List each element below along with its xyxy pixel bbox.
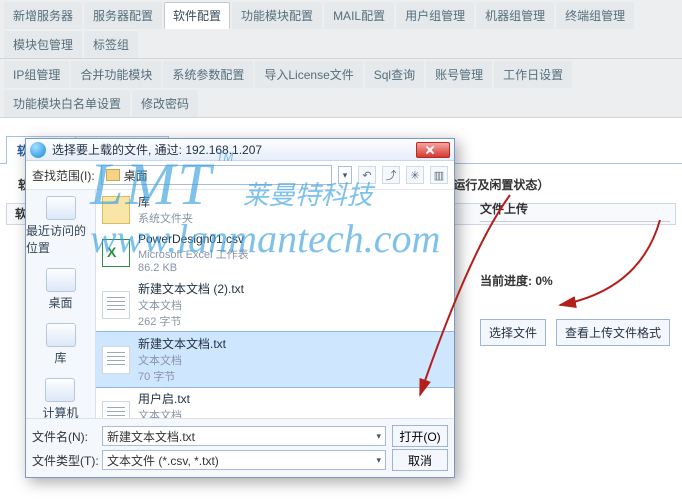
globe-icon: [30, 142, 46, 158]
nav-tag-group[interactable]: 标签组: [84, 31, 138, 58]
file-meta: 70 字节: [138, 368, 226, 384]
place-recent-label: 最近访问的位置: [26, 222, 95, 256]
excel-icon: [102, 239, 130, 267]
nav-machine-group[interactable]: 机器组管理: [476, 2, 554, 29]
nav-add-server[interactable]: 新增服务器: [4, 2, 82, 29]
file-meta: 262 字节: [138, 313, 244, 329]
text-file-icon: [102, 346, 130, 374]
file-open-dialog: 选择要上载的文件, 通过: 192.168.1.207 查找范围(I): 桌面 …: [25, 138, 455, 478]
libraries-icon: [46, 323, 76, 347]
text-file-icon: [102, 291, 130, 319]
progress-label: 当前进度:: [480, 274, 532, 288]
chevron-down-icon[interactable]: ▾: [338, 166, 352, 184]
nav-terminal-group[interactable]: 终端组管理: [556, 2, 634, 29]
cancel-button[interactable]: 取消: [392, 449, 448, 471]
filetype-value: 文本文件 (*.csv, *.txt): [107, 452, 219, 469]
nav-workday[interactable]: 工作日设置: [494, 61, 572, 88]
places-bar: 最近访问的位置 桌面 库 计算机 网络: [26, 190, 96, 418]
place-libraries-label: 库: [54, 349, 66, 366]
desktop-icon: [46, 268, 76, 292]
view-menu-icon[interactable]: ▥: [430, 166, 448, 184]
close-icon[interactable]: [416, 142, 450, 158]
look-in-row: 查找范围(I): 桌面 ▾ ↶ ⤴ ✳ ▥: [26, 161, 454, 190]
nav-whitelist[interactable]: 功能模块白名单设置: [4, 90, 130, 117]
select-file-button[interactable]: 选择文件: [480, 319, 546, 346]
file-meta: 文本文档: [138, 352, 226, 368]
filetype-label: 文件类型(T):: [32, 452, 96, 469]
chevron-down-icon[interactable]: ▾: [376, 431, 381, 442]
nav-account-mgmt[interactable]: 账号管理: [426, 61, 492, 88]
nav-mail-config[interactable]: MAIL配置: [324, 2, 394, 29]
list-item[interactable]: PowerDesign01.csvMicrosoft Excel 工作表86.2…: [96, 229, 454, 277]
text-file-icon: [102, 401, 130, 419]
nav-user-group[interactable]: 用户组管理: [396, 2, 474, 29]
filename-value: 新建文本文档.txt: [107, 428, 195, 445]
filename-label: 文件名(N):: [32, 428, 96, 445]
nav-sql-query[interactable]: Sql查询: [365, 61, 424, 88]
chevron-down-icon[interactable]: ▾: [376, 455, 381, 466]
dialog-title: 选择要上载的文件, 通过: 192.168.1.207: [52, 141, 416, 158]
look-in-combo[interactable]: 桌面: [101, 165, 332, 185]
progress-value: 0%: [535, 274, 552, 288]
folder-icon: [106, 169, 120, 181]
look-in-label: 查找范围(I):: [32, 167, 95, 184]
recent-icon: [46, 196, 76, 220]
file-meta: 系统文件夹: [138, 210, 193, 226]
file-meta: 文本文档: [138, 407, 190, 418]
nav-sys-params[interactable]: 系统参数配置: [163, 61, 253, 88]
place-computer-label: 计算机: [42, 404, 78, 418]
upload-progress: 当前进度: 0%: [480, 272, 670, 289]
new-folder-icon[interactable]: ✳: [406, 166, 424, 184]
look-in-value: 桌面: [124, 167, 148, 184]
upload-title: 文件上传: [480, 200, 670, 222]
filename-input[interactable]: 新建文本文档.txt ▾: [102, 426, 386, 446]
computer-icon: [45, 378, 75, 402]
folder-icon: [102, 196, 130, 224]
filetype-select[interactable]: 文本文件 (*.csv, *.txt) ▾: [102, 450, 386, 470]
file-meta: Microsoft Excel 工作表: [138, 246, 249, 262]
nav-package-mgmt[interactable]: 模块包管理: [4, 31, 82, 58]
filename-area: 文件名(N): 新建文本文档.txt ▾ 打开(O) 文件类型(T): 文本文件 …: [26, 418, 454, 477]
nav-merge-module[interactable]: 合并功能模块: [71, 61, 161, 88]
top-nav-row-1: 新增服务器 服务器配置 软件配置 功能模块配置 MAIL配置 用户组管理 机器组…: [0, 0, 682, 59]
view-format-button[interactable]: 查看上传文件格式: [556, 319, 670, 346]
top-nav-row-2: IP组管理 合并功能模块 系统参数配置 导入License文件 Sql查询 账号…: [0, 59, 682, 118]
file-list[interactable]: 库系统文件夹 PowerDesign01.csvMicrosoft Excel …: [96, 190, 454, 418]
file-name: 新建文本文档.txt: [138, 335, 226, 352]
file-name: 新建文本文档 (2).txt: [138, 280, 244, 297]
list-item[interactable]: 新建文本文档 (2).txt文本文档262 字节: [96, 277, 454, 332]
file-meta: 86.2 KB: [138, 262, 249, 274]
open-button[interactable]: 打开(O): [392, 425, 448, 447]
file-name: 库: [138, 193, 193, 210]
list-item[interactable]: 用户启.txt文本文档393 字节: [96, 387, 454, 418]
nav-server-config[interactable]: 服务器配置: [84, 2, 162, 29]
upload-panel: 文件上传 当前进度: 0% 选择文件 查看上传文件格式: [480, 200, 670, 346]
up-folder-icon[interactable]: ⤴: [382, 166, 400, 184]
place-libraries[interactable]: 库: [46, 323, 76, 366]
file-name: PowerDesign01.csv: [138, 232, 249, 246]
nav-module-config[interactable]: 功能模块配置: [232, 2, 322, 29]
nav-change-pwd[interactable]: 修改密码: [132, 90, 198, 117]
place-desktop-label: 桌面: [48, 294, 72, 311]
place-recent[interactable]: 最近访问的位置: [26, 196, 95, 256]
nav-import-license[interactable]: 导入License文件: [255, 61, 362, 88]
place-desktop[interactable]: 桌面: [46, 268, 76, 311]
file-meta: 文本文档: [138, 297, 244, 313]
place-computer[interactable]: 计算机: [42, 378, 78, 418]
nav-ip-group[interactable]: IP组管理: [4, 61, 69, 88]
dialog-titlebar[interactable]: 选择要上载的文件, 通过: 192.168.1.207: [26, 139, 454, 161]
nav-software-config[interactable]: 软件配置: [164, 2, 230, 29]
back-icon[interactable]: ↶: [358, 166, 376, 184]
file-name: 用户启.txt: [138, 390, 190, 407]
list-item[interactable]: 库系统文件夹: [96, 190, 454, 229]
list-item[interactable]: 新建文本文档.txt文本文档70 字节: [96, 332, 454, 387]
